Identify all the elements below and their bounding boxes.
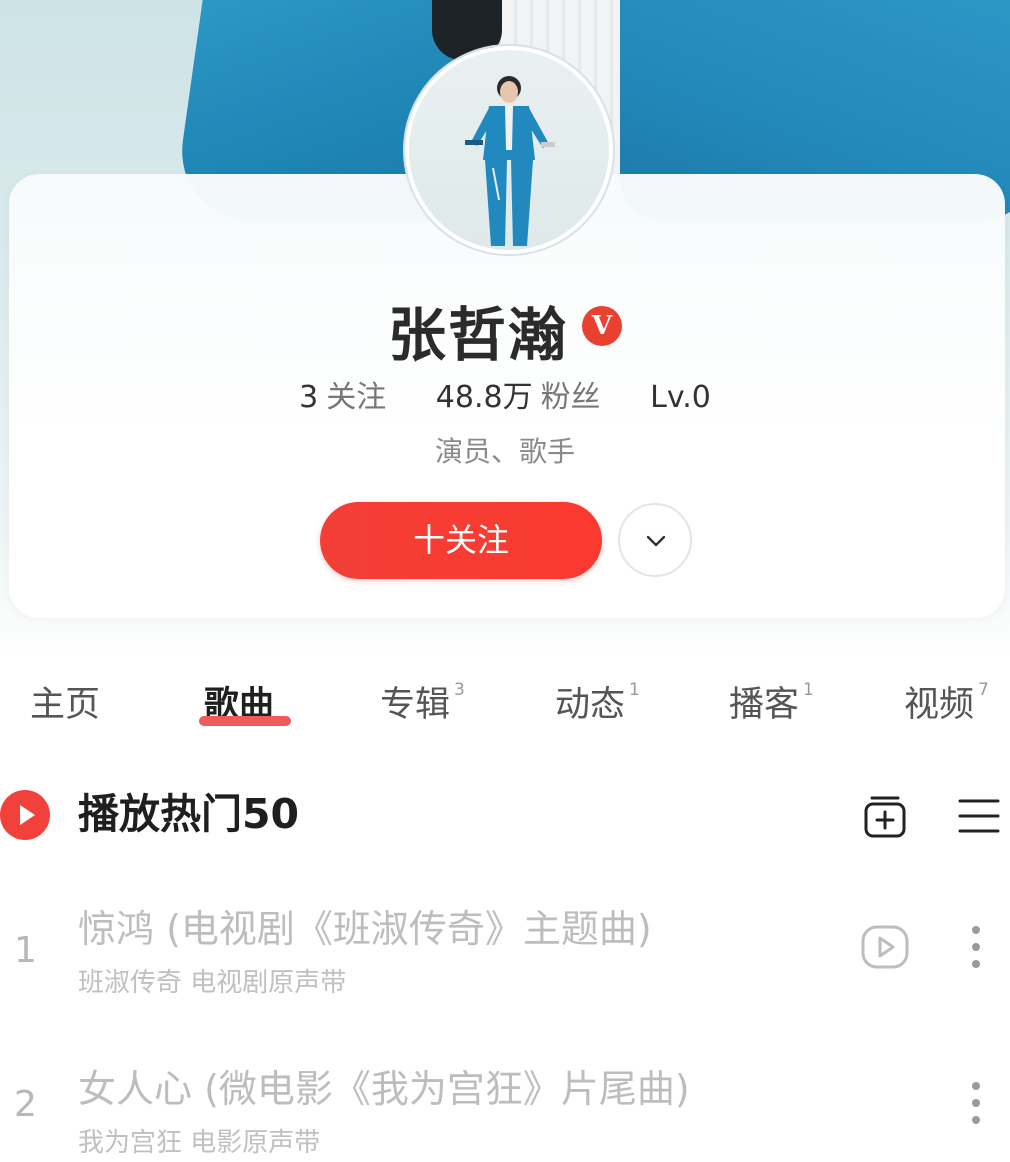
tab-activity[interactable]: 动态 1 (555, 676, 640, 727)
tab-videos[interactable]: 视频 7 (904, 676, 989, 727)
chevron-down-icon (646, 535, 666, 547)
song-row[interactable]: 1 惊鸿 (电视剧《班淑传奇》主题曲) 班淑传奇 电视剧原声带 (0, 896, 1010, 1006)
song-index: 2 (14, 1084, 37, 1125)
more-dots-icon[interactable] (966, 1078, 986, 1128)
profile-stats: 3 关注 48.8万 粉丝 Lv.0 (0, 372, 1010, 416)
playlist-header: 播放热门50 (0, 786, 1010, 846)
song-title: 惊鸿 (电视剧《班淑传奇》主题曲) (78, 907, 652, 951)
play-icon (20, 805, 35, 825)
stat-level[interactable]: Lv.0 (650, 380, 711, 415)
song-title: 女人心 (微电影《我为宫狂》片尾曲) (78, 1067, 690, 1111)
playlist-title[interactable]: 播放热门50 (78, 786, 299, 842)
song-index: 1 (14, 930, 37, 971)
artist-name: 张哲瀚 (387, 301, 568, 369)
mv-play-icon[interactable] (860, 922, 910, 972)
expand-button[interactable] (618, 503, 692, 577)
artist-tagline: 演员、歌手 (434, 435, 575, 468)
song-subtitle: 我为宫狂 电影原声带 (78, 1128, 321, 1158)
verified-badge-icon: V (582, 306, 622, 346)
tab-podcasts[interactable]: 播客 1 (729, 676, 814, 727)
menu-icon[interactable] (958, 798, 1000, 834)
add-playlist-icon[interactable] (862, 794, 908, 838)
stat-followers[interactable]: 48.8万 粉丝 (436, 372, 601, 416)
tab-bar: 主页 歌曲 专辑 3 动态 1 播客 1 视频 7 (0, 676, 1010, 736)
active-tab-indicator (199, 716, 291, 726)
play-all-button[interactable] (0, 790, 50, 840)
tab-albums[interactable]: 专辑 3 (380, 676, 465, 727)
tab-home[interactable]: 主页 (30, 676, 100, 727)
avatar[interactable] (405, 46, 613, 254)
profile-name-row: 张哲瀚 V (0, 288, 1010, 372)
stat-following[interactable]: 3 关注 (299, 372, 386, 416)
follow-button[interactable]: 十关注 (320, 502, 602, 579)
avatar-figure (465, 76, 555, 246)
song-subtitle: 班淑传奇 电视剧原声带 (78, 968, 347, 998)
more-dots-icon[interactable] (966, 922, 986, 972)
song-row[interactable]: 2 女人心 (微电影《我为宫狂》片尾曲) 我为宫狂 电影原声带 (0, 1052, 1010, 1162)
